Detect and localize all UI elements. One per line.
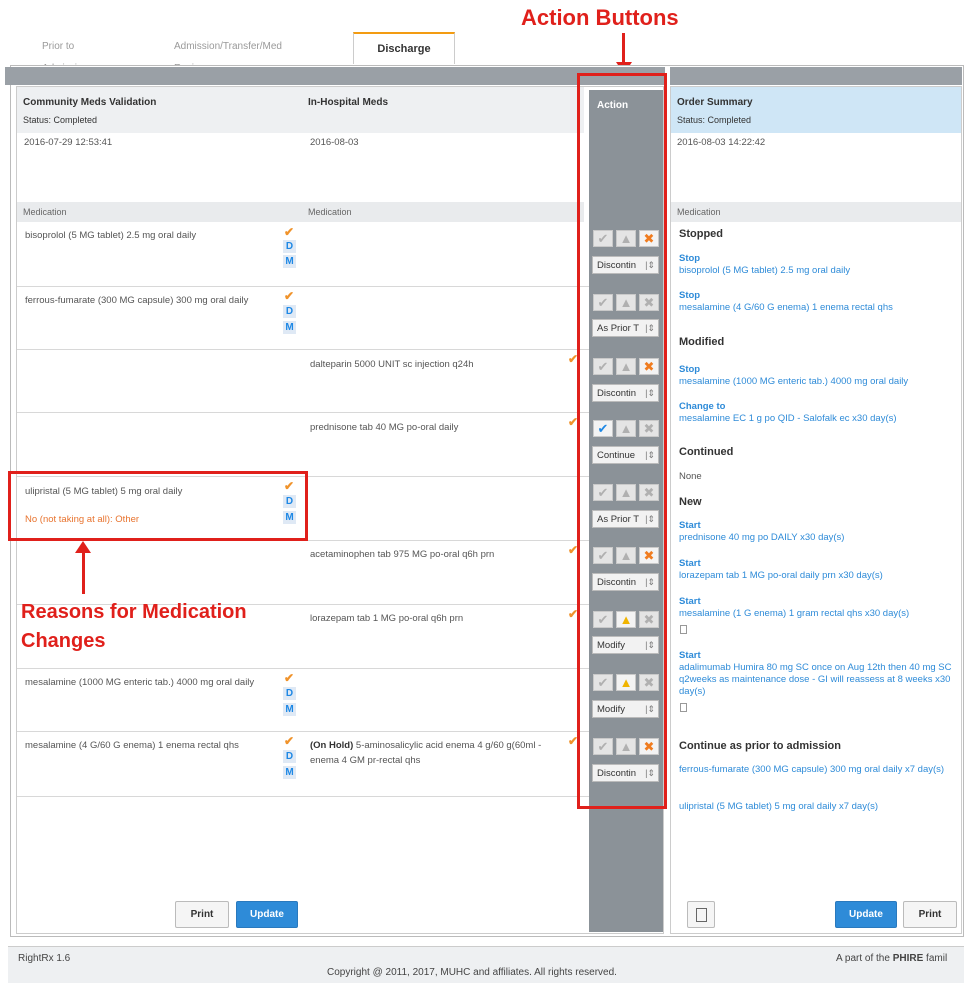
order-action: Start	[679, 596, 701, 607]
inhospital-med-onhold: (On Hold) 5-aminosalicylic acid enema 4 …	[310, 738, 565, 768]
section-modified: Modified	[679, 336, 725, 348]
order-text: mesalamine (4 G/60 G enema) 1 enema rect…	[679, 302, 893, 313]
order-item[interactable]: Start mesalamine (1 G enema) 1 gram recta…	[679, 596, 959, 620]
inhospital-header: In-Hospital Meds	[302, 87, 584, 133]
app-root: Prior to Admission Admission/Transfer/Me…	[0, 0, 964, 983]
document-icon	[696, 908, 707, 922]
inhospital-medication-header: Medication	[302, 202, 584, 222]
left-toolbar	[5, 67, 665, 85]
d-icon[interactable]: D	[283, 750, 296, 763]
order-item[interactable]: Start lorazepam tab 1 MG po-oral daily pr…	[679, 558, 959, 582]
phire-bold[interactable]: PHIRE	[893, 953, 924, 964]
community-header: Community Meds Validation Status: Comple…	[17, 87, 302, 133]
footer-version: RightRx 1.6	[18, 953, 71, 964]
section-continue-prior: Continue as prior to admission	[679, 740, 841, 752]
annotation-arrow-up	[82, 552, 85, 594]
tab-admission-transfer[interactable]: Admission/Transfer/Med Review	[174, 36, 282, 74]
check-icon: ✔	[284, 734, 295, 748]
order-item[interactable]: Stop mesalamine (4 G/60 G enema) 1 enema …	[679, 290, 959, 314]
section-new: New	[679, 496, 702, 508]
note-icon[interactable]	[680, 625, 687, 634]
community-status: Status: Completed	[23, 115, 98, 125]
notes-button[interactable]	[687, 901, 715, 928]
order-item[interactable]: Stop bisoprolol (5 MG tablet) 2.5 mg oral…	[679, 253, 959, 277]
m-icon[interactable]: M	[283, 703, 296, 716]
order-item[interactable]: Stop mesalamine (1000 MG enteric tab.) 40…	[679, 364, 959, 388]
annotation-box-reasons	[8, 471, 308, 541]
continued-none: None	[679, 471, 702, 482]
inhospital-title: In-Hospital Meds	[308, 97, 389, 108]
community-medication-header: Medication	[17, 202, 302, 222]
inhospital-med: dalteparin 5000 UNIT sc injection q24h	[310, 359, 474, 370]
order-item[interactable]: Start prednisone 40 mg po DAILY x30 day(s…	[679, 520, 959, 544]
annotation-arrow-down	[622, 33, 625, 63]
annotation-action-buttons: Action Buttons	[521, 5, 679, 30]
annotation-box-actions	[577, 73, 667, 809]
m-icon[interactable]: M	[283, 766, 296, 779]
order-action: Stop	[679, 290, 701, 301]
order-action: Start	[679, 558, 701, 569]
order-item[interactable]: ferrous-fumarate (300 MG capsule) 300 mg…	[679, 764, 959, 776]
community-med: ferrous-fumarate (300 MG capsule) 300 mg…	[25, 295, 249, 306]
footer: RightRx 1.6 Copyright @ 2011, 2017, MUHC…	[8, 946, 964, 983]
d-icon[interactable]: D	[283, 687, 296, 700]
order-text: mesalamine EC 1 g po QID - Salofalk ec x…	[679, 413, 897, 424]
order-item[interactable]: Start adalimumab Humira 80 mg SC once on …	[679, 650, 959, 698]
section-continued: Continued	[679, 446, 734, 458]
summary-title: Order Summary	[677, 97, 753, 108]
footer-copyright: Copyright @ 2011, 2017, MUHC and affilia…	[327, 967, 617, 978]
phire-prefix: A part of the	[836, 953, 893, 964]
tab-discharge[interactable]: Discharge	[353, 32, 455, 64]
community-title: Community Meds Validation	[23, 97, 157, 108]
order-text: bisoprolol (5 MG tablet) 2.5 mg oral dai…	[679, 265, 851, 276]
print-button[interactable]: Print	[903, 901, 957, 928]
order-action: Change to	[679, 401, 726, 412]
d-icon[interactable]: D	[283, 240, 296, 253]
order-action: Start	[679, 520, 701, 531]
print-button[interactable]: Print	[175, 901, 229, 928]
order-item[interactable]: Change to mesalamine EC 1 g po QID - Salo…	[679, 401, 959, 425]
summary-status: Status: Completed	[677, 115, 752, 125]
tab-prior-to-admission[interactable]: Prior to Admission	[42, 36, 88, 74]
inhospital-med: prednisone tab 40 MG po-oral daily	[310, 422, 459, 433]
inhospital-med: lorazepam tab 1 MG po-oral q6h prn	[310, 613, 464, 624]
check-icon: ✔	[284, 289, 295, 303]
section-stopped: Stopped	[679, 228, 723, 240]
inhospital-date: 2016-08-03	[310, 137, 359, 148]
order-item[interactable]: ulipristal (5 MG tablet) 5 mg oral daily…	[679, 801, 959, 813]
annotation-reasons: Reasons for Medication Changes	[21, 601, 247, 652]
phire-suffix: famil	[923, 953, 948, 964]
summary-date: 2016-08-03 14:22:42	[677, 137, 766, 148]
order-text: prednisone 40 mg po DAILY x30 day(s)	[679, 532, 845, 543]
right-toolbar	[670, 67, 962, 85]
update-button[interactable]: Update	[236, 901, 298, 928]
order-text: mesalamine (1 G enema) 1 gram rectal qhs…	[679, 608, 910, 619]
m-icon[interactable]: M	[283, 321, 296, 334]
order-action: Stop	[679, 253, 701, 264]
note-icon[interactable]	[680, 703, 687, 712]
order-text: mesalamine (1000 MG enteric tab.) 4000 m…	[679, 376, 909, 387]
community-med: mesalamine (4 G/60 G enema) 1 enema rect…	[25, 740, 239, 751]
community-med: bisoprolol (5 MG tablet) 2.5 mg oral dai…	[25, 230, 197, 241]
m-icon[interactable]: M	[283, 255, 296, 268]
check-icon: ✔	[284, 225, 295, 239]
order-action: Start	[679, 650, 701, 661]
check-icon: ✔	[284, 671, 295, 685]
summary-header: Order Summary Status: Completed	[671, 87, 961, 133]
inhospital-med: acetaminophen tab 975 MG po-oral q6h prn	[310, 549, 495, 560]
order-text: lorazepam tab 1 MG po-oral daily prn x30…	[679, 570, 883, 581]
community-date: 2016-07-29 12:53:41	[24, 137, 113, 148]
summary-medication-header: Medication	[671, 202, 961, 222]
order-text: adalimumab Humira 80 mg SC once on Aug 1…	[679, 662, 952, 697]
order-action: Stop	[679, 364, 701, 375]
d-icon[interactable]: D	[283, 305, 296, 318]
on-hold-label: (On Hold)	[310, 740, 354, 751]
community-med: mesalamine (1000 MG enteric tab.) 4000 m…	[25, 677, 255, 688]
update-button[interactable]: Update	[835, 901, 897, 928]
footer-phire: A part of the PHIRE famil	[836, 953, 947, 964]
